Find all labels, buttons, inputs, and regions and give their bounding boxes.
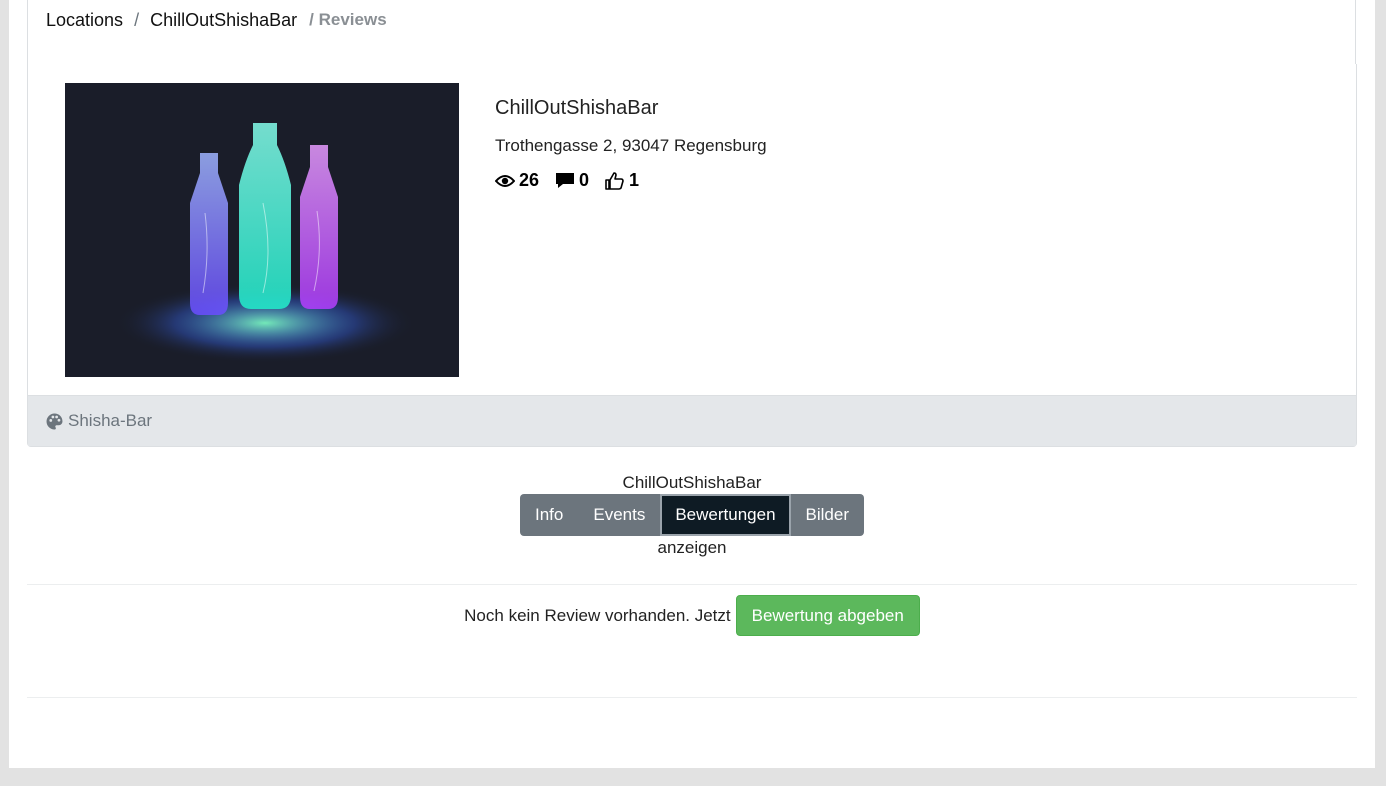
card-border: [1355, 0, 1356, 64]
venue-category-footer: Shisha-Bar: [28, 395, 1356, 446]
divider: [27, 584, 1357, 585]
write-review-button[interactable]: Bewertung abgeben: [735, 595, 920, 636]
tab-events[interactable]: Events: [578, 494, 661, 536]
breadcrumb-locations-link[interactable]: Locations: [46, 10, 123, 31]
palette-icon: [46, 413, 63, 429]
category-label[interactable]: Shisha-Bar: [68, 411, 152, 431]
comment-icon: [556, 172, 575, 188]
tab-bilder[interactable]: Bilder: [790, 494, 864, 536]
breadcrumb-separator: /: [134, 9, 140, 30]
likes-count: 1: [629, 170, 640, 190]
venue-card: ChillOutShishaBar Trothengasse 2, 93047 …: [27, 64, 1357, 447]
venue-photo[interactable]: [65, 83, 459, 377]
venue-stats: 26 0 1: [495, 170, 655, 191]
tab-bewertungen[interactable]: Bewertungen: [660, 494, 791, 536]
page: Locations / ChillOutShishaBar / Reviews: [9, 0, 1375, 768]
likes-stat: 1: [605, 170, 639, 191]
comments-count: 0: [579, 170, 590, 190]
breadcrumb: Locations / ChillOutShishaBar / Reviews: [46, 8, 387, 32]
tab-info[interactable]: Info: [520, 494, 579, 536]
tabs-title: ChillOutShishaBar: [622, 473, 762, 492]
reviews-empty-state: Noch kein Review vorhanden. Jetzt Bewert…: [9, 595, 1375, 636]
venue-tabs: Info Events Bewertungen Bilder: [520, 494, 864, 536]
breadcrumb-current: / Reviews: [309, 10, 387, 29]
card-border: [27, 0, 28, 64]
divider: [27, 697, 1357, 698]
venue-name: ChillOutShishaBar: [495, 97, 659, 119]
comments-stat: 0: [555, 170, 589, 191]
venue-address: Trothengasse 2, 93047 Regensburg: [495, 136, 767, 155]
glowing-bottles-image: [115, 123, 415, 363]
views-count: 26: [519, 170, 540, 190]
eye-icon: [495, 174, 515, 187]
views-stat: 26: [495, 170, 539, 191]
empty-reviews-text: Noch kein Review vorhanden. Jetzt: [464, 605, 731, 625]
breadcrumb-venue-link[interactable]: ChillOutShishaBar: [150, 10, 297, 31]
tabs-subtitle: anzeigen: [657, 538, 727, 557]
thumbs-up-icon: [605, 171, 624, 190]
